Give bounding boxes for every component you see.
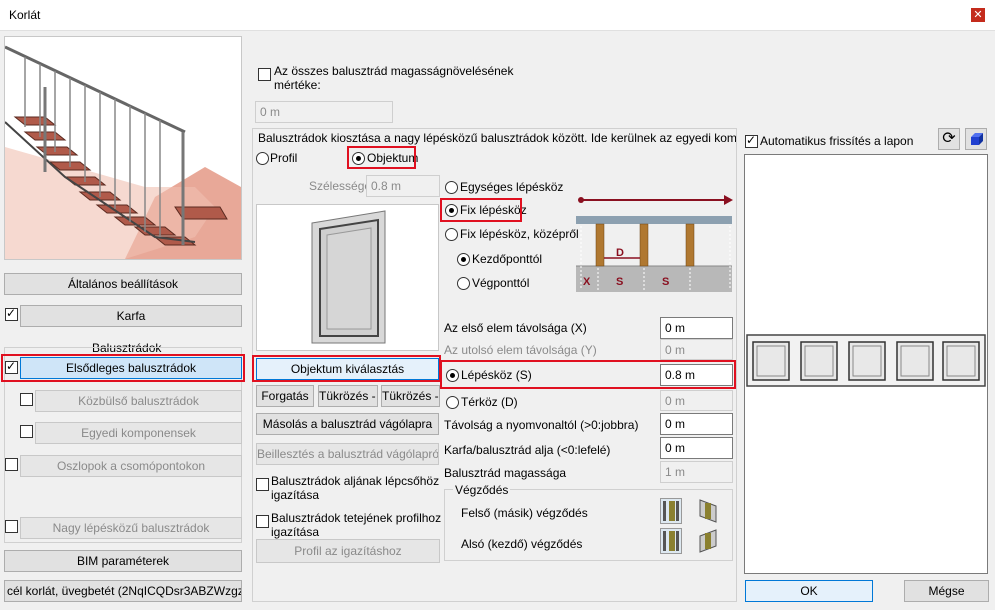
baluster-height-input[interactable]: 1 m <box>660 461 733 483</box>
height-increase-input[interactable]: 0 m <box>255 101 393 123</box>
railing-preview-image <box>746 334 986 387</box>
walkline-distance-label: Távolság a nyomvonaltól (>0:jobbra) <box>444 418 639 432</box>
uniform-step-label: Egységes lépésköz <box>460 180 564 194</box>
large-step-balusters-button[interactable]: Nagy lépésközű balusztrádok <box>20 517 242 539</box>
refresh-icon[interactable]: ⟳ <box>938 128 960 150</box>
paste-clipboard-button[interactable]: Beillesztés a balusztrád vágólapról <box>256 443 439 465</box>
3d-view-icon[interactable] <box>965 128 987 150</box>
bottom-align-checkbox[interactable] <box>256 478 269 491</box>
bottom-align-label: Balusztrádok aljának lépcsőhöz igazítása <box>271 474 440 502</box>
spacing-diagram: D X S S <box>576 190 734 292</box>
mirror-y-button[interactable]: Tükrözés - Y <box>381 385 440 407</box>
height-increase-label: Az összes balusztrád magasságnövelésének… <box>274 64 514 92</box>
first-distance-label: Az első elem távolsága (X) <box>444 321 587 335</box>
height-increase-checkbox[interactable] <box>258 68 271 81</box>
panel-image <box>311 210 386 344</box>
from-start-label: Kezdőponttól <box>472 252 543 266</box>
ending-title: Végződés <box>453 483 511 497</box>
distribution-label: Balusztrádok kiosztása a nagy lépésközű … <box>258 131 736 145</box>
copy-clipboard-button[interactable]: Másolás a balusztrád vágólapra <box>256 413 439 435</box>
intermediate-checkbox[interactable] <box>20 393 33 406</box>
posts-checkbox[interactable] <box>5 458 18 471</box>
spacing-diagram-image: D X S S <box>576 195 733 292</box>
fixed-step-radio[interactable] <box>445 204 458 217</box>
baluster-height-label: Balusztrád magassága <box>444 466 567 480</box>
diagram-d-label: D <box>616 247 624 259</box>
mirror-x-button[interactable]: Tükrözés - X <box>318 385 378 407</box>
object-radio[interactable] <box>352 152 365 165</box>
ok-button[interactable]: OK <box>745 580 873 602</box>
object-preview <box>256 204 439 351</box>
upper-end-angled-icon[interactable] <box>697 498 719 524</box>
bim-parameters-button[interactable]: BIM paraméterek <box>4 550 242 572</box>
step-input[interactable]: 0.8 m <box>660 364 733 386</box>
object-id-button[interactable]: cél korlát, üvegbetét (2NqICQDsr3ABZWzgz… <box>4 580 242 602</box>
intermediate-balusters-button[interactable]: Közbülső balusztrádok <box>35 390 242 412</box>
upper-end-straight-icon[interactable] <box>660 498 682 524</box>
select-object-button[interactable]: Objektum kiválasztás <box>256 358 439 380</box>
fixed-center-label: Fix lépésköz, középről <box>460 227 579 241</box>
first-distance-input[interactable]: 0 m <box>660 317 733 339</box>
close-icon[interactable]: ✕ <box>971 8 985 22</box>
fixed-step-label: Fix lépésköz <box>460 203 527 217</box>
top-align-checkbox[interactable] <box>256 515 269 528</box>
window-title: Korlát <box>9 8 41 22</box>
custom-components-button[interactable]: Egyedi komponensek <box>35 422 242 444</box>
profile-label: Profil <box>270 151 298 165</box>
auto-refresh-label: Automatikus frissítés a lapon <box>760 134 914 148</box>
walkline-distance-input[interactable]: 0 m <box>660 413 733 435</box>
lower-end-straight-icon[interactable] <box>660 528 682 554</box>
stair-image <box>4 45 241 259</box>
profile-align-button[interactable]: Profil az igazításhoz <box>256 539 440 563</box>
diagram-s2-label: S <box>662 276 669 288</box>
primary-balusters-button[interactable]: Elsődleges balusztrádok <box>20 357 242 379</box>
step-label: Lépésköz (S) <box>461 368 532 382</box>
top-align-label: Balusztrádok tetejének profilhoz igazítá… <box>271 511 442 539</box>
from-start-radio[interactable] <box>457 253 470 266</box>
karfa-button[interactable]: Karfa <box>20 305 242 327</box>
width-input[interactable]: 0.8 m <box>366 175 440 197</box>
last-distance-input[interactable]: 0 m <box>660 339 733 360</box>
gap-label: Térköz (D) <box>461 395 518 409</box>
uniform-step-radio[interactable] <box>445 181 458 194</box>
preview-pane <box>744 154 988 574</box>
general-settings-button[interactable]: Általános beállítások <box>4 273 242 295</box>
gap-input[interactable]: 0 m <box>660 390 733 411</box>
primary-balusters-checkbox[interactable] <box>5 359 18 374</box>
width-label: Szélessége <box>309 179 372 193</box>
from-end-label: Végponttól <box>472 276 530 290</box>
profile-radio[interactable] <box>256 152 269 165</box>
karfa-checkbox[interactable] <box>5 306 18 321</box>
gap-radio[interactable] <box>446 396 459 409</box>
fixed-center-radio[interactable] <box>445 228 458 241</box>
upper-ending-label: Felső (másik) végződés <box>461 506 588 520</box>
bottom-offset-input[interactable]: 0 m <box>660 437 733 459</box>
from-end-radio[interactable] <box>457 277 470 290</box>
lower-ending-label: Alsó (kezdő) végződés <box>461 537 583 551</box>
diagram-x-label: X <box>583 276 591 288</box>
large-step-checkbox[interactable] <box>5 520 18 533</box>
last-distance-label: Az utolsó elem távolsága (Y) <box>444 343 597 357</box>
stair-preview <box>4 36 242 260</box>
cancel-button[interactable]: Mégse <box>904 580 989 602</box>
title-bar: Korlát ✕ <box>0 0 995 31</box>
posts-button[interactable]: Oszlopok a csomópontokon <box>20 455 242 477</box>
lower-end-angled-icon[interactable] <box>697 528 719 554</box>
object-label: Objektum <box>367 151 419 165</box>
bottom-offset-label: Karfa/balusztrád alja (<0:lefelé) <box>444 443 611 457</box>
step-radio[interactable] <box>446 369 459 382</box>
diagram-s1-label: S <box>616 276 623 288</box>
custom-components-checkbox[interactable] <box>20 425 33 438</box>
auto-refresh-checkbox[interactable] <box>745 133 758 148</box>
rotate-button[interactable]: Forgatás <box>256 385 314 407</box>
